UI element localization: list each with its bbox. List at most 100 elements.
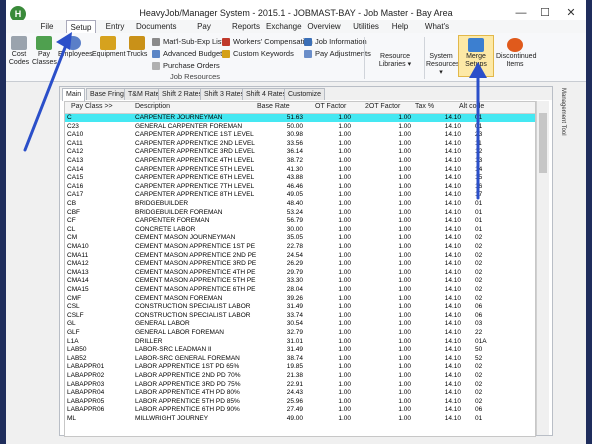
table-row[interactable]: CA10 CARPENTER APPRENTICE 1ST LEVEL 30.98 1… xyxy=(65,131,535,139)
pay-class-cell: LABAPPR03 xyxy=(67,380,105,388)
table-row[interactable]: CMA10 CEMENT MASON APPRENTICE 1ST PE 22.78… xyxy=(65,243,535,251)
column-header-ot-factor[interactable]: OT Factor xyxy=(315,103,346,110)
table-row[interactable]: L1A DRILLER 31.01 1.00 1.00 14.10 01A xyxy=(65,338,535,346)
vertical-scrollbar[interactable] xyxy=(536,101,549,435)
table-row[interactable]: LABAPPR01 LABOR APPRENTICE 1ST PD 65% 19.8… xyxy=(65,363,535,371)
tax-cell: 14.10 xyxy=(444,268,461,276)
table-row[interactable]: CA14 CARPENTER APPRENTICE 5TH LEVEL 41.30 1… xyxy=(65,166,535,174)
base-rate-cell: 49.05 xyxy=(286,191,303,199)
table-row[interactable]: CA17 CARPENTER APPRENTICE 8TH LEVEL 49.05 1… xyxy=(65,191,535,199)
menu-item-overview[interactable]: Overview xyxy=(306,20,342,33)
table-row[interactable]: CL CONCRETE LABOR 30.00 1.00 1.00 14.10 01 xyxy=(65,226,535,234)
tax-cell: 14.10 xyxy=(444,114,461,121)
employees-button[interactable]: Employees xyxy=(58,36,93,59)
system-resources-button[interactable]: System Resources ▾ xyxy=(426,53,459,77)
menu-item-utilities[interactable]: Utilities xyxy=(350,20,382,33)
table-row[interactable]: C23 GENERAL CARPENTER FOREMAN 50.00 1.00 1.0… xyxy=(65,123,535,131)
alt-code-cell: 06 xyxy=(475,311,483,319)
pay-class-cell: CM xyxy=(67,234,78,242)
table-row[interactable]: CMA12 CEMENT MASON APPRENTICE 3RD PE 26.29… xyxy=(65,260,535,268)
table-row[interactable]: CA16 CARPENTER APPRENTICE 7TH LEVEL 46.46 1… xyxy=(65,183,535,191)
ot-factor-cell: 1.00 xyxy=(338,243,351,250)
description-cell: BRIDGEBUILDER xyxy=(135,200,189,207)
equipment-button[interactable]: Equipment xyxy=(92,36,125,59)
table-row[interactable]: LAB50 LABOR-SRC LEADMAN II 31.49 1.00 1.00 14… xyxy=(65,346,535,354)
resource-libraries-button[interactable]: Resource Libraries ▾ xyxy=(368,53,422,69)
table-row[interactable]: CA12 CARPENTER APPRENTICE 3RD LEVEL 36.14 1… xyxy=(65,148,535,156)
table-row[interactable]: C CARPENTER JOURNEYMAN 51.63 1.00 1.00 14.10 0… xyxy=(65,114,535,122)
menu-item-entry[interactable]: Entry xyxy=(102,20,128,33)
table-row[interactable]: CMF CEMENT MASON FOREMAN 39.26 1.00 1.00 14.1… xyxy=(65,295,535,303)
table-row[interactable]: CMA15 CEMENT MASON APPRENTICE 6TH PE 28.04… xyxy=(65,286,535,294)
tax-cell: 14.10 xyxy=(444,286,461,293)
pay-class-cell[interactable]: C xyxy=(67,114,127,122)
column-header-2ot-factor[interactable]: 2OT Factor xyxy=(365,103,400,110)
column-header-tax[interactable]: Tax % xyxy=(415,103,434,110)
purchase-orders-button[interactable]: Purchase Orders xyxy=(152,60,220,71)
table-row[interactable]: CA15 CARPENTER APPRENTICE 6TH LEVEL 43.88 1… xyxy=(65,174,535,182)
job-information-button[interactable]: Job Information xyxy=(304,36,367,47)
menu-item-documents[interactable]: Documents xyxy=(136,20,176,33)
tab-shift-4-rates[interactable]: Shift 4 Rates xyxy=(242,88,291,100)
menu-item-file[interactable]: File xyxy=(38,20,56,33)
table-row[interactable]: CSL CONSTRUCTION SPECIALIST LABOR 31.49 1.0… xyxy=(65,303,535,311)
menu-item-exchange[interactable]: Exchange xyxy=(266,20,302,33)
column-header-pay-class[interactable]: Pay Class >> xyxy=(71,103,113,110)
table-row[interactable]: LABAPPR03 LABOR APPRENTICE 3RD PD 75% 22.9… xyxy=(65,381,535,389)
pay-adjustments-button[interactable]: Pay Adjustments xyxy=(304,48,371,59)
table-row[interactable]: LAB52 LABOR-SRC GENERAL FOREMAN 38.74 1.00 1… xyxy=(65,355,535,363)
menu-item-help[interactable]: Help xyxy=(390,20,410,33)
matl-sub-exp-button[interactable]: Mat'l-Sub-Exp List xyxy=(152,36,224,47)
2ot-factor-cell: 1.00 xyxy=(398,114,411,121)
tab-shift-3-rates[interactable]: Shift 3 Rates xyxy=(200,88,249,100)
scrollbar-thumb[interactable] xyxy=(539,113,547,173)
table-row[interactable]: CSLF CONSTRUCTION SPECIALIST LABOR 33.74 1.… xyxy=(65,312,535,320)
tax-cell: 14.10 xyxy=(444,131,461,139)
table-row[interactable]: LABAPPR04 LABOR APPRENTICE 4TH PD 80% 24.4… xyxy=(65,389,535,397)
tab-customize[interactable]: Customize xyxy=(284,88,326,100)
table-row[interactable]: CMA13 CEMENT MASON APPRENTICE 4TH PE 29.79… xyxy=(65,269,535,277)
management-tool-tab[interactable]: Management Tool xyxy=(554,88,566,148)
pay-class-cell: CMF xyxy=(67,294,82,302)
custom-keywords-button[interactable]: Custom Keywords xyxy=(222,48,294,59)
alt-code-cell: 03 xyxy=(475,320,483,328)
tab-main[interactable]: Main xyxy=(62,88,86,101)
menu-item-what-s-new[interactable]: What's New xyxy=(418,20,456,44)
table-row[interactable]: ML MILLWRIGHT JOURNEY 49.00 1.00 1.00 14.10 01 xyxy=(65,415,535,423)
cost-codes-button[interactable]: Cost Codes xyxy=(8,36,30,67)
table-row[interactable]: LABAPPR02 LABOR APPRENTICE 2ND PD 70% 21.3… xyxy=(65,372,535,380)
menu-item-reports[interactable]: Reports xyxy=(232,20,260,33)
table-row[interactable]: CF CARPENTER FOREMAN 56.79 1.00 1.00 14.10 01 xyxy=(65,217,535,225)
tab-shift-2-rates[interactable]: Shift 2 Rates xyxy=(158,88,207,100)
2ot-factor-cell: 1.00 xyxy=(398,406,411,414)
menu-item-setup[interactable]: Setup xyxy=(66,20,96,34)
table-row[interactable]: GLF GENERAL LABOR FOREMAN 32.79 1.00 1.00 14.… xyxy=(65,329,535,337)
job-information-label: Job Information xyxy=(315,37,367,46)
pay-class-cell: CBF xyxy=(67,208,80,216)
table-row[interactable]: LABAPPR06 LABOR APPRENTICE 6TH PD 90% 27.4… xyxy=(65,406,535,414)
table-row[interactable]: CA13 CARPENTER APPRENTICE 4TH LEVEL 38.72 1… xyxy=(65,157,535,165)
table-row[interactable]: CA11 CARPENTER APPRENTICE 2ND LEVEL 33.56 1… xyxy=(65,140,535,148)
table-row[interactable]: CBF BRIDGEBUILDER FOREMAN 53.24 1.00 1.00 14.… xyxy=(65,209,535,217)
menu-item-pay-estimate[interactable]: Pay Estimate xyxy=(182,20,226,44)
table-row[interactable]: GL GENERAL LABOR 30.54 1.00 1.00 14.10 03 xyxy=(65,320,535,328)
tax-cell: 14.10 xyxy=(444,191,461,199)
pay-classes-button[interactable]: Pay Classes xyxy=(32,36,57,67)
base-rate-cell: 39.26 xyxy=(286,294,303,302)
trucks-button[interactable]: Trucks xyxy=(126,36,148,59)
table-row[interactable]: CM CEMENT MASON JOURNEYMAN 35.05 1.00 1.00 14… xyxy=(65,234,535,242)
merge-setups-inner[interactable]: Merge Setups xyxy=(459,38,493,69)
discontinued-items-button[interactable]: Discontinued Items xyxy=(496,38,536,69)
2ot-factor-cell: 1.00 xyxy=(398,243,411,250)
table-row[interactable]: LABAPPR05 LABOR APPRENTICE 5TH PD 85% 25.9… xyxy=(65,398,535,406)
workers-comp-button[interactable]: Workers' Compensation xyxy=(222,36,313,47)
table-row[interactable]: CMA11 CEMENT MASON APPRENTICE 2ND PE 24.54… xyxy=(65,252,535,260)
column-header-base-rate[interactable]: Base Rate xyxy=(257,103,290,110)
advanced-budgets-button[interactable]: Advanced Budgets xyxy=(152,48,226,59)
table-row[interactable]: CB BRIDGEBUILDER 48.40 1.00 1.00 14.10 01 xyxy=(65,200,535,208)
pay-class-cell: LABAPPR01 xyxy=(67,363,105,371)
column-header-alt-code[interactable]: Alt code xyxy=(459,103,484,110)
column-header-description[interactable]: Description xyxy=(135,103,170,110)
table-row[interactable]: CMA14 CEMENT MASON APPRENTICE 5TH PE 33.30… xyxy=(65,277,535,285)
ot-factor-cell: 1.00 xyxy=(338,131,351,139)
